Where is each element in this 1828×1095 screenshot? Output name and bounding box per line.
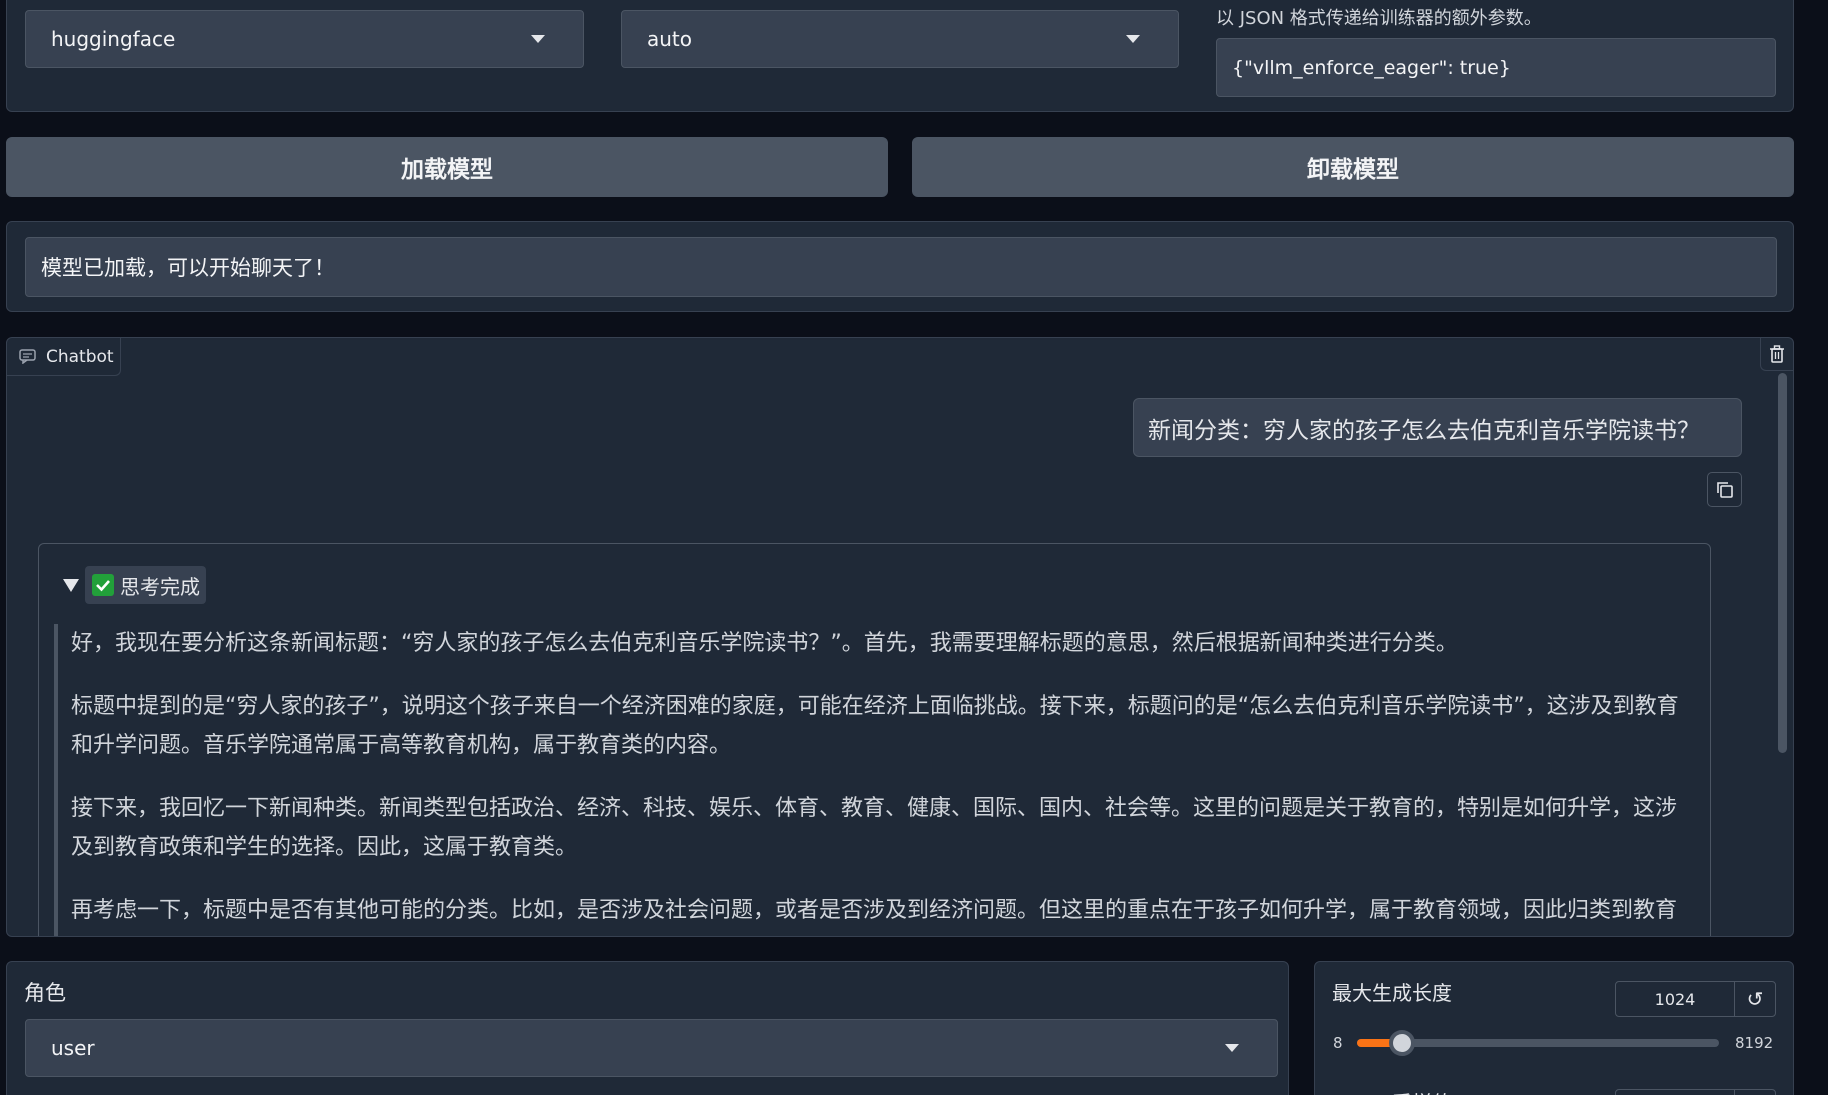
thinking-paragraph: 接下来，我回忆一下新闻种类。新闻类型包括政治、经济、科技、娱乐、体育、教育、健康…	[71, 796, 1678, 860]
max-new-tokens-slider[interactable]	[1357, 1030, 1719, 1056]
reset-icon: ↺	[1746, 987, 1764, 1011]
slider-thumb[interactable]	[1389, 1030, 1415, 1056]
thinking-paragraph: 好，我现在要分析这条新闻标题：“穷人家的孩子怎么去伯克利音乐学院读书？”。首先，…	[71, 631, 1458, 656]
chatbot-tab-label: Chatbot	[7, 338, 121, 376]
check-box-icon	[92, 574, 114, 596]
chat-bubble-icon	[19, 349, 36, 364]
chevron-down-icon	[531, 35, 545, 43]
trash-icon	[1770, 345, 1784, 363]
top-settings-panel: huggingface auto 以 JSON 格式传递给训练器的额外参数。 {…	[6, 0, 1794, 112]
user-message-bubble: 新闻分类：穷人家的孩子怎么去伯克利音乐学院读书？	[1133, 398, 1742, 457]
copy-message-button[interactable]	[1707, 472, 1742, 507]
thinking-toggle[interactable]: 思考完成	[63, 566, 206, 604]
assistant-message-block: 思考完成 好，我现在要分析这条新闻标题：“穷人家的孩子怎么去伯克利音乐学院读书？…	[38, 543, 1711, 936]
role-label: 角色	[24, 981, 66, 1005]
chat-scrollbar-thumb[interactable]	[1778, 373, 1787, 753]
chatbot-tab-text: Chatbot	[46, 346, 114, 367]
infer-backend-dropdown[interactable]: huggingface	[25, 10, 584, 68]
max-new-tokens-label: 最大生成长度	[1332, 981, 1452, 1005]
slider-min-label: 8	[1333, 1034, 1343, 1052]
generation-settings-panel: 最大生成长度 1024 ↺ 8 8192 Top-p 采样值	[1314, 961, 1794, 1095]
max-new-tokens-value: 1024	[1654, 989, 1696, 1009]
role-panel: 角色 user	[6, 961, 1289, 1095]
chatbot-panel: Chatbot 新闻分类：穷人家的孩子怎么去伯克利音乐学院读书？ 思考完成 好，…	[6, 337, 1794, 937]
status-info-text: 模型已加载，可以开始聊天了！	[41, 256, 335, 280]
thinking-badge: 思考完成	[85, 566, 206, 604]
chevron-down-icon	[1225, 1044, 1239, 1052]
status-info-box: 模型已加载，可以开始聊天了！	[25, 237, 1777, 297]
infer-dtype-dropdown[interactable]: auto	[621, 10, 1179, 68]
thinking-content: 好，我现在要分析这条新闻标题：“穷人家的孩子怎么去伯克利音乐学院读书？”。首先，…	[54, 624, 1694, 936]
top-p-reset-button[interactable]	[1734, 1089, 1776, 1095]
disclosure-triangle-icon	[63, 578, 79, 592]
top-p-label: Top-p 采样值	[1332, 1087, 1452, 1095]
thinking-label: 思考完成	[120, 574, 200, 599]
clear-chat-button[interactable]	[1760, 338, 1793, 371]
thinking-paragraph: 再考虑一下，标题中是否有其他可能的分类。比如，是否涉及社会问题，或者是否涉及到经…	[71, 898, 1678, 923]
status-panel: 模型已加载，可以开始聊天了！	[6, 221, 1794, 312]
thinking-paragraph: 标题中提到的是“穷人家的孩子”，说明这个孩子来自一个经济困难的家庭，可能在经济上…	[71, 694, 1679, 758]
user-message-text: 新闻分类：穷人家的孩子怎么去伯克利音乐学院读书？	[1148, 417, 1700, 444]
infer-backend-value: huggingface	[51, 27, 176, 51]
infer-dtype-value: auto	[647, 27, 693, 51]
reset-button[interactable]: ↺	[1734, 981, 1776, 1017]
role-dropdown[interactable]: user	[25, 1019, 1278, 1077]
role-value: user	[51, 1036, 95, 1060]
load-model-button[interactable]: 加载模型	[6, 137, 888, 197]
max-new-tokens-input[interactable]: 1024	[1615, 981, 1735, 1017]
top-p-input[interactable]	[1615, 1089, 1735, 1095]
chat-scrollbar[interactable]	[1775, 373, 1789, 933]
slider-max-label: 8192	[1735, 1034, 1774, 1052]
unload-model-button[interactable]: 卸载模型	[912, 137, 1794, 197]
copy-icon	[1716, 481, 1733, 498]
chevron-down-icon	[1126, 35, 1140, 43]
extra-args-input[interactable]: {"vllm_enforce_eager": true}	[1216, 38, 1776, 97]
extra-args-value: {"vllm_enforce_eager": true}	[1232, 56, 1511, 79]
extra-args-hint: 以 JSON 格式传递给训练器的额外参数。	[1216, 8, 1542, 29]
